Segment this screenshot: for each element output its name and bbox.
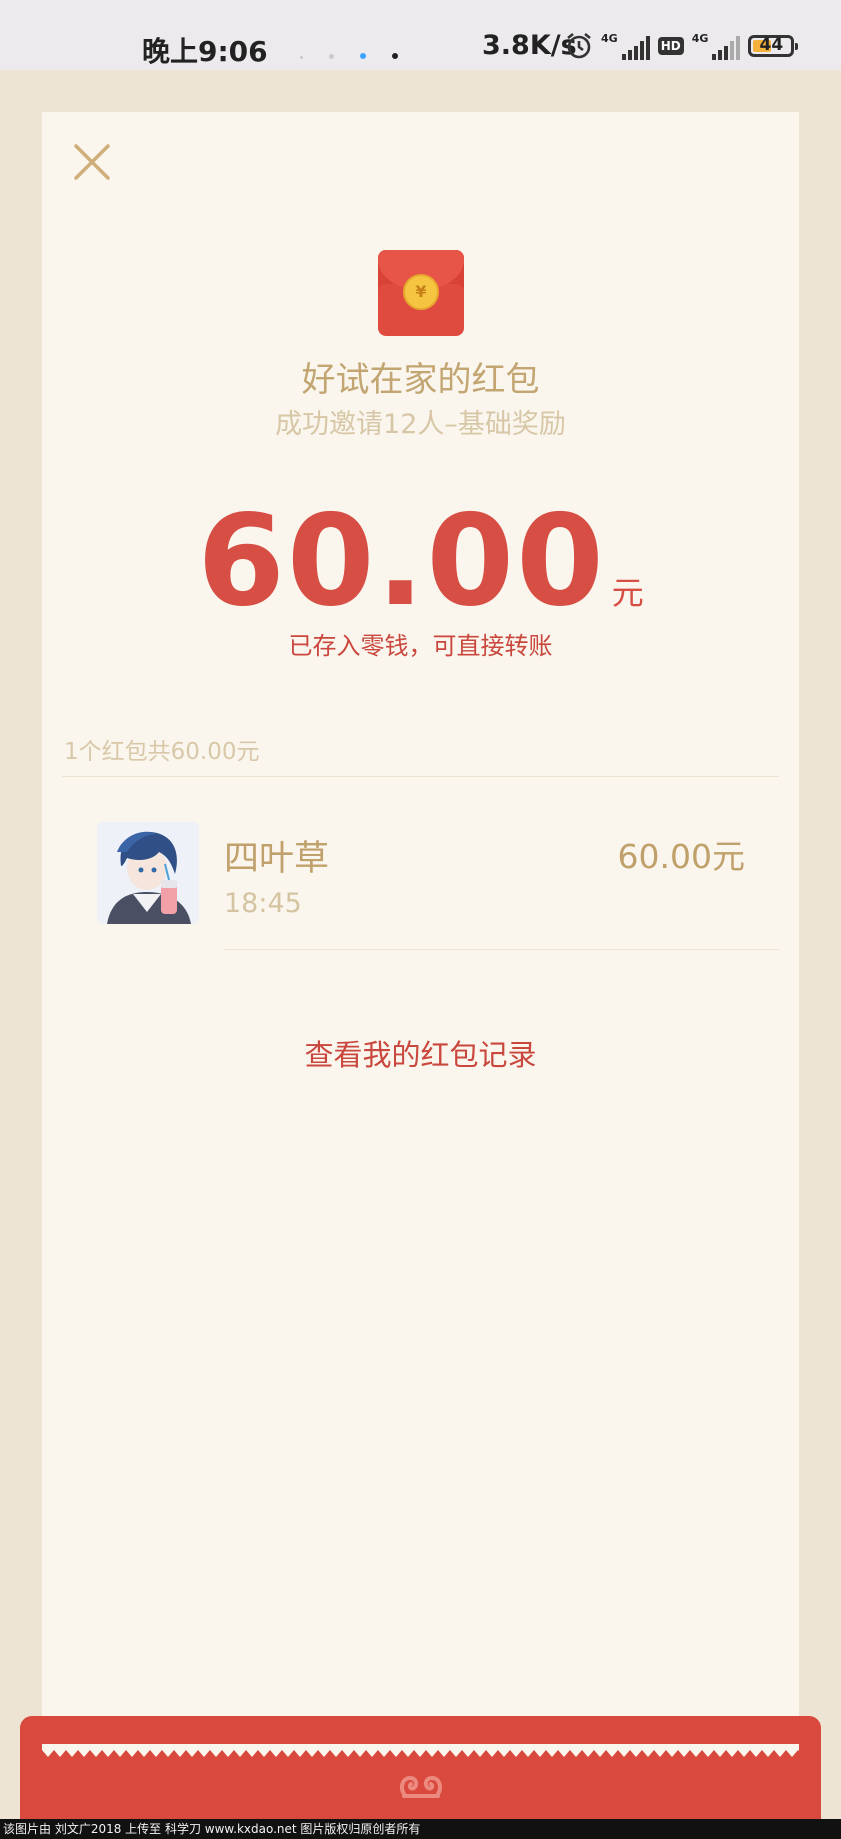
cloud-emblem-icon xyxy=(400,1775,442,1798)
recipient-amount: 60.00元 xyxy=(617,837,745,876)
network-speed: 3.8K/s xyxy=(482,30,577,61)
red-envelope-icon: ¥ xyxy=(378,250,464,336)
stored-note: 已存入零钱，可直接转账 xyxy=(288,632,553,660)
received-time: 18:45 xyxy=(224,888,302,919)
status-bar: 晚上9:06 3.8K/s 4G HD 4G 44 xyxy=(0,0,841,70)
packet-title: 好试在家的红包 xyxy=(301,360,540,400)
amount-unit: 元 xyxy=(611,574,644,612)
zigzag-edge xyxy=(42,1744,799,1757)
view-records-link[interactable]: 查看我的红包记录 xyxy=(42,1032,799,1074)
divider xyxy=(62,776,779,777)
watermark-bar: 该图片由 刘文广2018 上传至 科学刀 www.kxdao.net 图片版权归… xyxy=(0,1819,841,1839)
recipient-name: 四叶草 xyxy=(224,839,330,879)
network-type-label: 4G xyxy=(601,32,618,45)
network-type-label: 4G xyxy=(691,32,709,45)
alarm-icon xyxy=(567,32,591,59)
signal-strength-icon xyxy=(712,36,741,60)
battery-level: 44 xyxy=(759,35,784,55)
avatar xyxy=(97,822,199,924)
notification-dot-icon xyxy=(329,54,334,59)
close-icon[interactable] xyxy=(72,142,112,182)
notification-dot-icon xyxy=(392,53,398,59)
bottom-band xyxy=(20,1716,821,1819)
hd-voice-badge: HD xyxy=(657,37,684,55)
packet-summary: 1个红包共60.00元 xyxy=(64,739,260,765)
avatar-image xyxy=(97,822,199,924)
status-time: 晚上9:06 xyxy=(142,35,268,68)
divider xyxy=(224,949,779,950)
notification-dot-icon xyxy=(300,56,303,59)
amount-display: 60.00 元 xyxy=(42,487,799,634)
red-packet-detail-card: ¥ 好试在家的红包 成功邀请12人–基础奖励 60.00 元 已存入零钱，可直接转… xyxy=(42,112,799,1757)
signal-strength-icon xyxy=(621,36,650,60)
status-icons: 4G HD 4G 44 xyxy=(565,32,799,60)
battery-icon: 44 xyxy=(748,35,799,57)
notification-icons xyxy=(300,44,424,63)
app-notification-icon xyxy=(360,53,366,59)
packet-subtitle: 成功邀请12人–基础奖励 xyxy=(275,409,566,440)
packet-amount: 60.00 xyxy=(197,487,606,634)
